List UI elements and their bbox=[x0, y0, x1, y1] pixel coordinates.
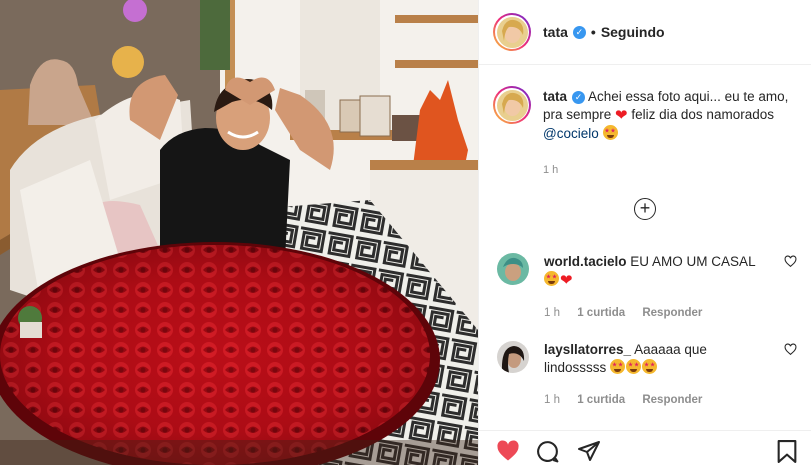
caption-avatar[interactable] bbox=[493, 86, 531, 124]
heart-filled-icon[interactable] bbox=[495, 439, 521, 463]
caption-timestamp[interactable]: 1 h bbox=[543, 161, 793, 179]
author-avatar[interactable] bbox=[493, 13, 531, 51]
plus-circle-icon[interactable]: + bbox=[634, 198, 656, 220]
post-action-bar bbox=[479, 430, 811, 466]
commenter-username[interactable]: laysllatorres_ bbox=[544, 342, 631, 357]
instagram-post-view: tata ✓ • Seguindo tata ✓ Achei essa foto… bbox=[0, 0, 811, 465]
comment-time[interactable]: 1 h bbox=[544, 307, 560, 319]
commenter-username[interactable]: world.tacielo bbox=[544, 254, 627, 269]
star-struck-emoji-icon bbox=[544, 271, 559, 286]
reply-button[interactable]: Responder bbox=[642, 307, 702, 319]
comment-time[interactable]: 1 h bbox=[544, 394, 560, 406]
post-photo-image bbox=[0, 0, 478, 465]
comment-meta: 1 h 1 curtida Responder bbox=[544, 304, 764, 322]
avatar-image bbox=[496, 89, 528, 121]
post-header: tata ✓ • Seguindo bbox=[479, 0, 811, 65]
post-photo[interactable] bbox=[0, 0, 478, 465]
reply-button[interactable]: Responder bbox=[642, 394, 702, 406]
comment-likes[interactable]: 1 curtida bbox=[577, 307, 625, 319]
verified-badge-icon: ✓ bbox=[572, 91, 586, 104]
follow-status-button[interactable]: Seguindo bbox=[601, 24, 665, 40]
red-heart-emoji-icon: ❤ bbox=[560, 272, 573, 289]
comment-item: laysllatorres_ Aaaaaa que lindosssss 1 h… bbox=[497, 341, 797, 409]
comment-meta: 1 h 1 curtida Responder bbox=[544, 391, 764, 409]
comment-bubble-icon[interactable] bbox=[535, 439, 560, 464]
verified-badge-icon: ✓ bbox=[572, 25, 586, 39]
red-heart-emoji-icon: ❤ bbox=[615, 107, 628, 124]
avatar-image bbox=[497, 341, 529, 373]
caption-username[interactable]: tata bbox=[543, 89, 567, 104]
post-side-panel: tata ✓ • Seguindo tata ✓ Achei essa foto… bbox=[478, 0, 811, 465]
commenter-avatar[interactable] bbox=[497, 253, 529, 285]
comment-like-heart-icon[interactable] bbox=[784, 343, 797, 356]
separator-dot: • bbox=[590, 24, 596, 40]
avatar-image bbox=[496, 16, 528, 48]
comment-likes[interactable]: 1 curtida bbox=[577, 394, 625, 406]
star-struck-emoji-icon bbox=[642, 359, 658, 374]
star-struck-emoji-icon bbox=[610, 359, 626, 374]
comment-item: world.tacielo EU AMO UM CASAL ❤ 1 h 1 cu… bbox=[497, 253, 797, 322]
comment-like-heart-icon[interactable] bbox=[784, 255, 797, 268]
caption-mention-link[interactable]: @cocielo bbox=[543, 126, 599, 141]
author-username[interactable]: tata bbox=[543, 24, 568, 40]
star-struck-emoji-icon bbox=[602, 125, 618, 140]
post-caption: tata ✓ Achei essa foto aqui... eu te amo,… bbox=[493, 86, 793, 179]
paper-plane-icon[interactable] bbox=[577, 439, 601, 463]
commenter-avatar[interactable] bbox=[497, 341, 529, 373]
star-struck-emoji-icon bbox=[626, 359, 642, 374]
bookmark-icon[interactable] bbox=[776, 439, 798, 464]
caption-text-2: feliz dia dos namorados bbox=[631, 107, 774, 122]
avatar-image bbox=[497, 253, 529, 285]
comment-text: EU AMO UM CASAL bbox=[630, 254, 756, 269]
